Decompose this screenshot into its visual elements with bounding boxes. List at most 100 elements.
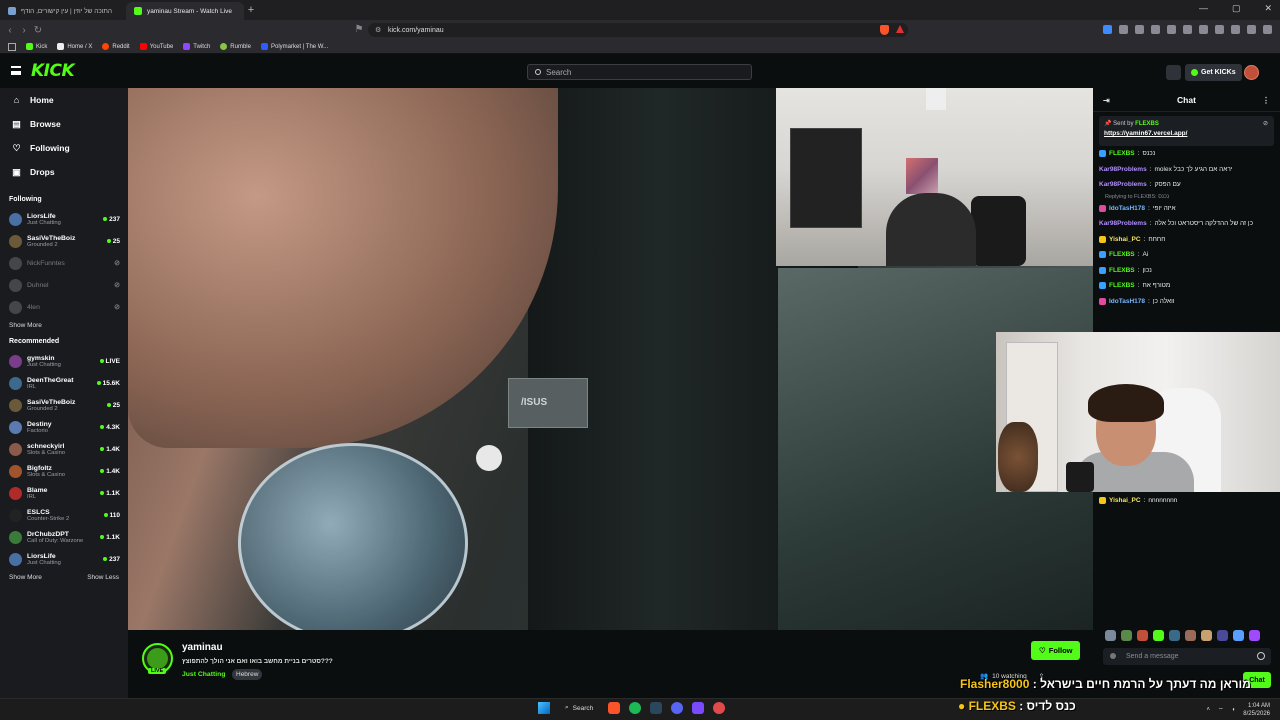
sidebar-channel[interactable]: LiorsLife Just Chatting 237: [0, 548, 128, 570]
bookmark-kick[interactable]: Kick: [26, 43, 47, 50]
url-field[interactable]: ⚙ kick.com/yaminau: [368, 23, 908, 37]
extension-icon[interactable]: [1167, 25, 1176, 34]
extension-icon[interactable]: [1119, 25, 1128, 34]
sidebar-channel[interactable]: SasiVeTheBoiz Grounded 2 25: [0, 394, 128, 416]
sidebar-channel[interactable]: DrChubzDPT Call of Duty: Warzone 1.1K: [0, 526, 128, 548]
collapse-chat-icon[interactable]: ⇥: [1103, 96, 1110, 105]
user-avatar[interactable]: [1244, 65, 1259, 80]
chat-username[interactable]: FLEXBS: [1109, 278, 1135, 294]
app-icon[interactable]: [692, 702, 705, 714]
extension-icon[interactable]: [1135, 25, 1144, 34]
extension-icon[interactable]: [1103, 25, 1112, 34]
clock[interactable]: 1:04 AM 8/25/2026: [1243, 702, 1270, 718]
emoji-icon[interactable]: [1257, 652, 1265, 660]
chat-username[interactable]: Yishai_PC: [1109, 497, 1141, 504]
back-icon[interactable]: ‹: [3, 25, 17, 36]
sidebar-channel[interactable]: Blame IRL 1.1K: [0, 482, 128, 504]
windows-start-icon[interactable]: [538, 702, 550, 714]
emote-icon[interactable]: [1201, 630, 1212, 641]
menu-toggle-icon[interactable]: [11, 66, 21, 75]
emote-icon[interactable]: [1185, 630, 1196, 641]
tray-chevron-icon[interactable]: ˄: [1207, 707, 1211, 713]
chat-input[interactable]: Send a message: [1103, 648, 1271, 665]
chat-username[interactable]: Kar98Problems: [1099, 177, 1147, 193]
sidebar-channel[interactable]: LiorsLife Just Chatting 237: [0, 208, 128, 230]
video-player[interactable]: [128, 88, 1093, 630]
show-more-button[interactable]: Show More: [9, 574, 42, 581]
show-more-following[interactable]: Show More: [0, 318, 128, 332]
extension-icon[interactable]: [1247, 25, 1256, 34]
extension-icon[interactable]: [1231, 25, 1240, 34]
kick-logo[interactable]: KICK: [31, 61, 75, 81]
emote-icon[interactable]: [1169, 630, 1180, 641]
sidebar-channel[interactable]: SasiVeTheBoiz Grounded 2 25: [0, 230, 128, 252]
extension-icon[interactable]: [1183, 25, 1192, 34]
extension-icon[interactable]: [1215, 25, 1224, 34]
chat-settings-icon[interactable]: [1110, 653, 1116, 659]
bookmark-youtube[interactable]: YouTube: [139, 43, 173, 50]
brave-shield-icon[interactable]: [880, 25, 889, 35]
network-icon[interactable]: ⌔: [1218, 706, 1224, 714]
chat-username[interactable]: IdoTasH178: [1109, 294, 1145, 310]
chat-username[interactable]: IdoTasH178: [1109, 201, 1145, 217]
browser-tab[interactable]: התוכה של יוזין | עין קישורים, הודף: [0, 2, 126, 20]
steam-icon[interactable]: [650, 702, 663, 714]
taskbar-search[interactable]: ⌕ Search: [559, 704, 599, 712]
follow-button[interactable]: ♡ Follow: [1031, 641, 1081, 660]
emote-icon[interactable]: [1137, 630, 1148, 641]
app-icon[interactable]: [713, 702, 726, 714]
sidebar-channel[interactable]: ESLCS Counter-Strike 2 110: [0, 504, 128, 526]
new-tab-icon[interactable]: +: [244, 3, 258, 17]
maximize-icon[interactable]: ▢: [1232, 3, 1241, 14]
hide-pin-icon[interactable]: ⊘: [1263, 120, 1268, 127]
chat-username[interactable]: FLEXBS: [1109, 247, 1135, 263]
minimize-icon[interactable]: —: [1199, 3, 1208, 14]
chat-username[interactable]: FLEXBS: [1109, 263, 1135, 279]
chat-users-icon[interactable]: ⋮: [1262, 96, 1270, 105]
pinned-link[interactable]: https://yamin67.vercel.app/: [1104, 130, 1269, 137]
nav-drops[interactable]: ▣ Drops: [0, 160, 128, 184]
get-kicks-button[interactable]: Get KICKs: [1185, 64, 1242, 81]
sidebar-channel[interactable]: schneckyirl Slots & Casino 1.4K: [0, 438, 128, 460]
close-window-icon[interactable]: ✕: [1264, 3, 1272, 14]
sidebar-channel[interactable]: Duhnel ⊘: [0, 274, 128, 296]
search-input[interactable]: Search: [527, 64, 752, 80]
emote-icon[interactable]: [1217, 630, 1228, 641]
spotify-icon[interactable]: [629, 702, 642, 714]
emote-icon[interactable]: [1233, 630, 1244, 641]
streamer-name[interactable]: yaminau: [182, 642, 223, 653]
brave-icon[interactable]: [608, 702, 621, 714]
bookmark-twitch[interactable]: Twitch: [183, 43, 210, 50]
sidebar-channel[interactable]: Destiny Factorio 4.3K: [0, 416, 128, 438]
chat-username[interactable]: Kar98Problems: [1099, 162, 1147, 178]
chat-username[interactable]: Kar98Problems: [1099, 216, 1147, 232]
show-less-button[interactable]: Show Less: [87, 574, 119, 581]
site-info-icon[interactable]: ⚙: [375, 26, 381, 34]
chat-username[interactable]: Yishai_PC: [1109, 232, 1141, 248]
emote-icon[interactable]: [1153, 630, 1164, 641]
nav-following[interactable]: ♡ Following: [0, 136, 128, 160]
sidebar-channel[interactable]: 4len ⊘: [0, 296, 128, 318]
sidebar-channel[interactable]: NickFunntes ⊘: [0, 252, 128, 274]
apps-icon[interactable]: [8, 42, 16, 51]
reload-icon[interactable]: ↻: [31, 25, 45, 36]
bookmark-x[interactable]: Home / X: [57, 43, 92, 50]
sidebar-channel[interactable]: DeenTheGreat IRL 15.6K: [0, 372, 128, 394]
bookmark-page-icon[interactable]: ⚑: [352, 24, 366, 35]
emote-icon[interactable]: [1249, 630, 1260, 641]
nav-browse[interactable]: ▤ Browse: [0, 112, 128, 136]
bookmark-polymarket[interactable]: Polymarket | The W...: [260, 43, 328, 50]
extension-icon[interactable]: [1199, 25, 1208, 34]
sidebar-channel[interactable]: gymskin Just Chatting LIVE: [0, 350, 128, 372]
stream-category[interactable]: Just Chatting: [182, 671, 225, 678]
theater-mode-button[interactable]: [1166, 65, 1181, 80]
discord-icon[interactable]: [671, 702, 684, 714]
language-tag[interactable]: Hebrew: [232, 669, 263, 680]
emote-icon[interactable]: [1105, 630, 1116, 641]
browser-tab-active[interactable]: yaminau Stream - Watch Live ✕: [126, 2, 244, 20]
forward-icon[interactable]: ›: [17, 25, 31, 36]
bookmark-reddit[interactable]: Reddit: [102, 43, 130, 50]
volume-icon[interactable]: ◖: [1232, 707, 1236, 713]
sidebar-channel[interactable]: Bigfoltz Slots & Casino 1.4K: [0, 460, 128, 482]
chat-username[interactable]: FLEXBS: [1109, 146, 1135, 162]
